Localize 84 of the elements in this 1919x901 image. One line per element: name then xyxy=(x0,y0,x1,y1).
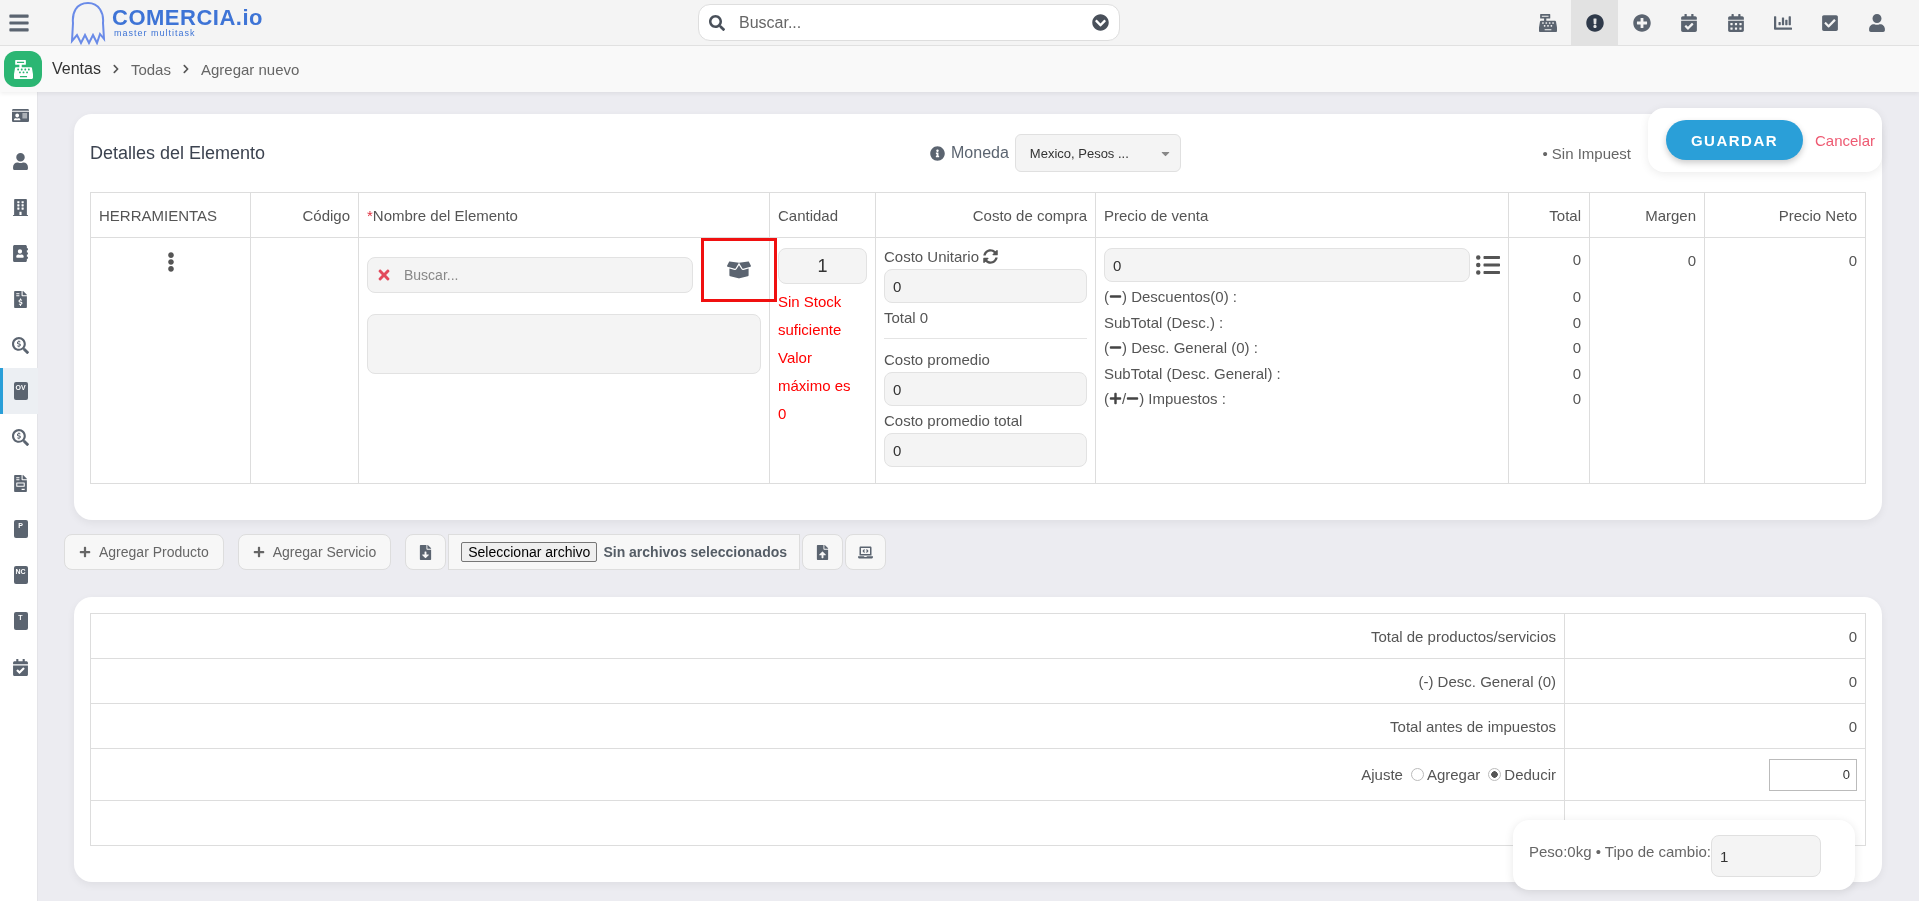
dropdown-icon[interactable] xyxy=(1092,14,1109,31)
plus-icon xyxy=(252,546,265,558)
column-header: Precio Neto xyxy=(1704,192,1866,238)
unit-cost-label: Costo Unitario xyxy=(884,248,980,265)
currency-label: Moneda xyxy=(951,144,1009,162)
upload-icon[interactable] xyxy=(802,534,844,570)
mascot-logo-drawing xyxy=(68,0,108,45)
margin-value: 0 xyxy=(1686,251,1696,271)
add-product-button[interactable]: Agregar Producto xyxy=(64,534,224,570)
radio-label[interactable]: Deducir xyxy=(1504,766,1556,783)
exchange-rate-field[interactable]: 1 xyxy=(1711,835,1822,877)
summary-label: Total de productos/servicios xyxy=(1370,627,1556,645)
breadcrumb-item[interactable]: Todas xyxy=(130,60,171,78)
price-line: ( ) Desc. General (0) : xyxy=(1104,338,1259,359)
radio-button[interactable] xyxy=(1410,768,1424,781)
list-icon[interactable] xyxy=(1476,253,1500,277)
element-search-field[interactable]: Buscar... xyxy=(367,257,693,293)
average-total-field[interactable]: 0 xyxy=(884,433,1087,467)
column-header: HERRAMIENTAS xyxy=(90,192,251,238)
summary-label: Total antes de impuestos xyxy=(1390,717,1556,735)
quantity-field[interactable]: 1 xyxy=(778,248,867,284)
info-icon xyxy=(930,145,945,161)
total-value: 0 xyxy=(1571,250,1581,270)
clear-icon[interactable] xyxy=(376,267,392,283)
add-service-button[interactable]: Agregar Servicio xyxy=(237,534,392,570)
summary-value: 0 xyxy=(1848,627,1857,645)
currency-select[interactable]: Mexico, Pesos ... xyxy=(1014,134,1181,172)
search-bar[interactable]: Buscar... xyxy=(698,4,1120,41)
refresh-icon[interactable] xyxy=(983,249,999,264)
radio-label[interactable]: Agregar xyxy=(1426,766,1481,783)
register-icon[interactable] xyxy=(4,51,42,87)
chevron-icon xyxy=(110,64,121,74)
average-total-label: Costo promedio total xyxy=(884,412,1023,429)
price-line: SubTotal (Desc.) : xyxy=(1104,312,1225,333)
sale-price-field[interactable]: 0 xyxy=(1104,248,1470,282)
price-line: ( ) Descuentos(0) : xyxy=(1104,287,1239,308)
summary-value: 0 xyxy=(1848,672,1857,690)
file-status: Sin archivos seleccionados xyxy=(603,544,788,560)
unit-cost-field[interactable]: 0 xyxy=(884,269,1087,303)
average-cost-label: Costo promedio xyxy=(884,351,990,368)
choose-file-button[interactable]: Seleccionar archivo xyxy=(461,542,598,562)
stock-warning: Sin Stock suficiente Valor máximo es 0 xyxy=(778,292,852,424)
line-value: 0 xyxy=(1571,338,1581,358)
description-field[interactable] xyxy=(367,314,761,374)
column-header: Precio de venta xyxy=(1095,192,1509,238)
total-cost-text: Total 0 xyxy=(884,309,929,326)
download-icon[interactable] xyxy=(405,534,447,570)
average-cost-field[interactable]: 0 xyxy=(884,372,1087,406)
line-value: 0 xyxy=(1571,363,1581,384)
line-value: 0 xyxy=(1571,312,1581,333)
breadcrumb-item[interactable]: Ventas xyxy=(52,60,101,78)
box-icon[interactable] xyxy=(701,238,777,302)
price-line: ( / ) Impuestos : xyxy=(1104,389,1227,410)
adjust-field[interactable]: 0 xyxy=(1769,758,1857,791)
chevron-icon xyxy=(180,64,191,74)
alert-icon[interactable] xyxy=(1571,0,1618,46)
search-icon xyxy=(709,14,725,31)
price-line: SubTotal (Desc. General) : xyxy=(1104,363,1282,384)
logo-name: COMERCIA.io xyxy=(112,7,263,29)
summary-label: (-) Desc. General (0) xyxy=(1418,672,1556,690)
adjust-label: Ajuste xyxy=(1361,766,1403,783)
summary-value: 0 xyxy=(1848,717,1857,735)
search-input[interactable]: Buscar... xyxy=(737,12,1080,33)
column-header: Total xyxy=(1508,192,1590,238)
column-header: Código xyxy=(250,192,359,238)
plus-icon xyxy=(1109,392,1122,406)
tax-note: • Sin Impuest xyxy=(1542,144,1631,162)
separator-text: / xyxy=(1122,390,1127,408)
element-search-input[interactable]: Buscar... xyxy=(402,266,684,284)
laptop-code-icon[interactable] xyxy=(845,534,887,570)
file-field[interactable]: Seleccionar archivo Sin archivos seleccionados xyxy=(448,534,801,570)
logo-tagline: master multitask xyxy=(114,29,197,38)
weight-exchange-label: Peso:0kg • Tipo de cambio: xyxy=(1529,842,1712,860)
plus-icon xyxy=(79,546,91,558)
card-title: Detalles del Elemento xyxy=(90,142,267,164)
column-header: Margen xyxy=(1589,192,1705,238)
column-header: Costo de compra xyxy=(875,192,1096,238)
line-value: 0 xyxy=(1571,389,1581,409)
line-value: 0 xyxy=(1571,287,1581,307)
column-header: Cantidad xyxy=(769,192,876,238)
net-price-value: 0 xyxy=(1847,251,1857,271)
radio-button[interactable] xyxy=(1488,768,1502,781)
breadcrumb-item: Agregar nuevo xyxy=(200,60,300,78)
column-header: *Nombre del Elemento xyxy=(358,192,770,238)
